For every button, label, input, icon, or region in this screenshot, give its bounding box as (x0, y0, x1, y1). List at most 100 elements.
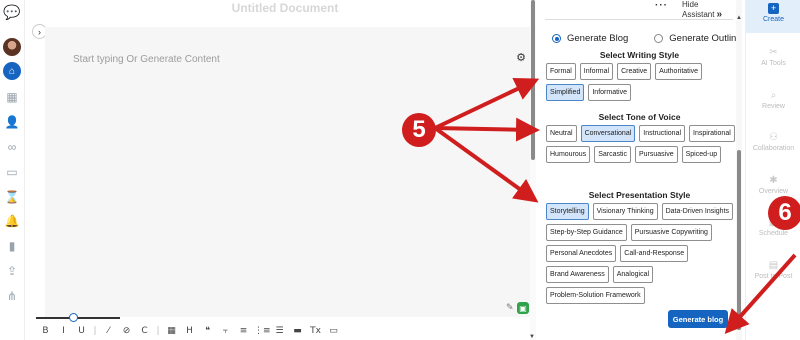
scroll-up-icon[interactable]: ▲ (736, 15, 742, 21)
style-chip[interactable]: Informal (579, 63, 614, 80)
scroll-thumb[interactable] (531, 0, 535, 160)
hide-assistant-button[interactable]: Hide Assistant» (682, 0, 733, 20)
presentation-chips: Storytelling Visionary Thinking Data-Drive… (546, 203, 736, 304)
right-nav-create[interactable]: + Create (746, 0, 800, 33)
style-chip[interactable]: Brand Awareness (546, 266, 609, 283)
calendar-icon[interactable]: ▦ (3, 88, 21, 106)
toolbar-button[interactable]: ⁄ (101, 326, 116, 336)
link-icon[interactable]: ∞ (3, 138, 21, 156)
toolbar-button[interactable]: U (74, 326, 89, 336)
scroll-down-icon[interactable]: ▼ (529, 334, 535, 340)
right-nav-review[interactable]: ⌕ Review (746, 90, 800, 110)
more-options-icon[interactable]: ··· (655, 0, 668, 11)
toolbar-button[interactable]: ≡ (236, 326, 251, 336)
right-nav-collaboration[interactable]: ⚇ Collaboration (746, 132, 800, 152)
assistant-panel: ··· Hide Assistant» Generate Blog Genera… (537, 0, 742, 340)
mode-radio-group: Generate Blog Generate Outline (552, 33, 742, 44)
hourglass-icon[interactable]: ⌛ (3, 188, 21, 206)
ai-tools-icon: ✂ (769, 47, 778, 58)
toolbar-button[interactable]: ▭ (326, 326, 341, 336)
toolbar-button[interactable]: C (137, 326, 152, 336)
style-chip[interactable]: Sarcastic (594, 146, 631, 163)
avatar[interactable] (3, 38, 21, 56)
style-chip[interactable]: Storytelling (546, 203, 589, 220)
toolbar-button[interactable]: H (182, 326, 197, 336)
style-chip[interactable]: Humourous (546, 146, 591, 163)
toolbar-separator: | (156, 326, 160, 336)
zoom-slider[interactable] (36, 317, 120, 319)
style-chip[interactable]: Creative (617, 63, 652, 80)
panel-scrollbar[interactable]: ▲ (736, 0, 742, 340)
style-chip[interactable]: Formal (546, 63, 576, 80)
radio-dot[interactable] (552, 34, 561, 43)
right-nav-label: Post to Post (754, 273, 793, 280)
writing-style-title: Select Writing Style (599, 50, 680, 60)
radio-label: Generate Outline (669, 33, 742, 44)
right-nav-overview[interactable]: ✱ Overview (746, 175, 800, 195)
scroll-thumb[interactable] (737, 150, 741, 330)
style-chip[interactable]: Call-and-Response (620, 245, 689, 262)
toolbar-button[interactable]: ⋮≡ (254, 326, 271, 336)
style-chip[interactable]: Data-Driven Insights (661, 203, 734, 220)
panel-header: ··· Hide Assistant» (545, 0, 733, 20)
gear-icon[interactable]: ⚙ (516, 51, 526, 64)
zoom-slider-handle[interactable] (69, 313, 78, 322)
radio-generate-outline[interactable]: Generate Outline (654, 33, 742, 44)
toolbar-button[interactable]: B (38, 326, 53, 336)
right-nav-ai-tools[interactable]: ✂ AI Tools (746, 47, 800, 67)
style-chip[interactable]: Problem-Solution Framework (546, 287, 645, 304)
post-icon: ▤ (768, 260, 779, 271)
toolbar-button[interactable]: I (56, 326, 71, 336)
step-badge-6: 6 (768, 196, 800, 230)
style-chip[interactable]: Step-by-Step Guidance (546, 224, 627, 241)
share-icon[interactable]: ⇪ (3, 262, 21, 280)
generate-blog-button[interactable]: Generate blog (668, 310, 728, 328)
writing-style-chips: Formal Informal Creative Authoritative Simpl… (546, 63, 736, 101)
network-icon[interactable]: ⋔ (3, 287, 21, 305)
editor-scrollbar[interactable]: ▼ (529, 0, 536, 340)
bell-icon[interactable]: 🔔 (3, 212, 21, 230)
style-chip[interactable]: Spiced-up (681, 146, 722, 163)
toolbar-button[interactable]: Tx (308, 326, 323, 336)
radio-dot[interactable] (654, 34, 664, 43)
bookmark-icon[interactable]: ▮ (3, 237, 21, 255)
style-chip[interactable]: Inspirational (689, 125, 735, 142)
style-chip[interactable]: Pursuasive Copywriting (630, 224, 712, 241)
pencil-icon[interactable]: ✎ (506, 302, 514, 313)
user-edit-icon[interactable]: 👤 (3, 113, 21, 131)
editor-placeholder: Start typing Or Generate Content (73, 54, 220, 65)
style-chip[interactable]: Visionary Thinking (592, 203, 658, 220)
home-icon[interactable]: ⌂ (3, 62, 21, 80)
toolbar-separator: | (93, 326, 97, 336)
style-chip[interactable]: Authoritative (655, 63, 703, 80)
grammar-check-icon[interactable]: ▣ (517, 302, 529, 314)
style-chip[interactable]: Pursuasive (634, 146, 678, 163)
document-title[interactable]: Untitled Document (180, 1, 390, 15)
toolbar-button[interactable]: ▬ (290, 326, 305, 336)
editor-area[interactable]: Start typing Or Generate Content ⚙ (45, 27, 530, 317)
toolbar-button[interactable]: ⊘ (119, 326, 134, 336)
toolbar-button[interactable]: ☰ (272, 326, 287, 336)
right-nav-post-to-post[interactable]: ▤ Post to Post (746, 260, 800, 280)
left-icon-rail: 💬 ⌂ ▦ 👤 ∞ ▭ ⌛ 🔔 ▮ ⇪ ⋔ (0, 0, 25, 340)
chat-logo-icon[interactable]: 💬 (3, 3, 21, 21)
style-chip[interactable]: Personal Anecdotes (546, 245, 617, 262)
card-icon[interactable]: ▭ (3, 163, 21, 181)
style-chip[interactable]: Informative (588, 84, 631, 101)
app-root: 💬 ⌂ ▦ 👤 ∞ ▭ ⌛ 🔔 ▮ ⇪ ⋔ › Untitled Documen… (0, 0, 800, 340)
style-chip[interactable]: Instructional (639, 125, 686, 142)
toolbar-button[interactable]: ❝ (200, 326, 215, 336)
style-chip[interactable]: Analogical (612, 266, 654, 283)
toolbar-button[interactable]: ▦ (164, 326, 179, 336)
step-badge-5: 5 (402, 113, 436, 147)
right-nav-label: Create (762, 16, 784, 23)
double-chevron-right-icon: » (716, 9, 723, 20)
style-chip[interactable]: Simplified (546, 84, 585, 101)
radio-generate-blog[interactable]: Generate Blog (552, 33, 628, 44)
style-chip[interactable]: Neutral (546, 125, 577, 142)
right-nav-label: Overview (758, 188, 789, 195)
hide-assistant-label: Hide Assistant (682, 0, 715, 19)
toolbar-button[interactable]: ⫟ (218, 326, 233, 336)
style-chip[interactable]: Conversational (580, 125, 636, 142)
right-nav-label: AI Tools (761, 60, 786, 67)
